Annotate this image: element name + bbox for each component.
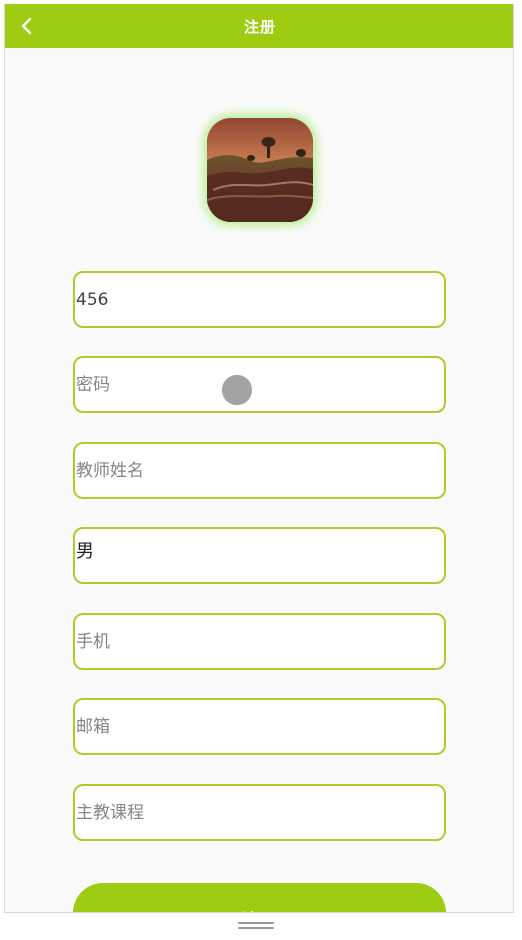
password-input[interactable] <box>73 356 446 413</box>
back-button[interactable] <box>13 12 41 40</box>
email-input[interactable] <box>73 698 446 755</box>
chevron-left-icon <box>21 17 32 35</box>
profile-avatar[interactable] <box>207 118 313 222</box>
gender-select[interactable]: 男 <box>73 527 446 584</box>
top-navigation-bar: 注册 <box>5 4 513 48</box>
page-title: 注册 <box>243 17 276 36</box>
phone-input[interactable] <box>73 613 446 670</box>
main-course-input[interactable] <box>73 784 446 841</box>
username-input[interactable] <box>73 271 446 328</box>
home-indicator-icon[interactable] <box>238 922 274 931</box>
landscape-avatar-image <box>207 118 313 222</box>
registration-screen: 注册 456 密码 教师姓名 男 手机 邮箱 主教课程 <box>4 4 514 913</box>
teacher-name-input[interactable] <box>73 442 446 499</box>
register-submit-button[interactable]: 注册 <box>73 883 446 912</box>
touch-indicator <box>222 375 252 405</box>
gender-selected-value: 男 <box>76 541 94 562</box>
